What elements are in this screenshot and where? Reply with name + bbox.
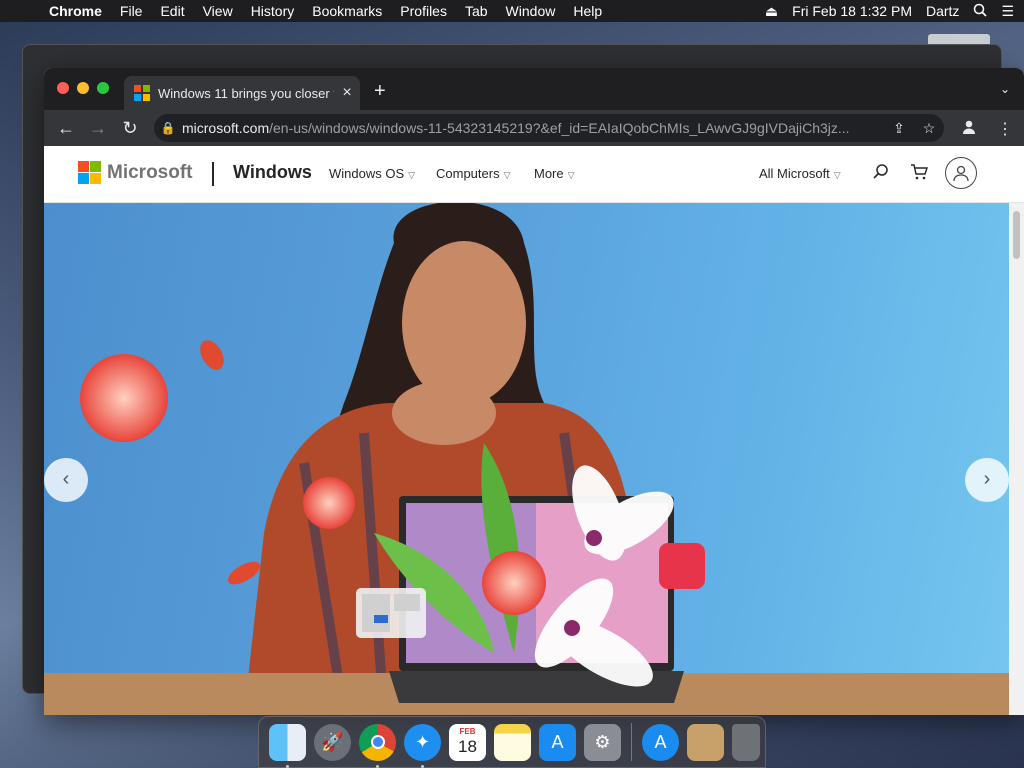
microsoft-squares-icon (78, 161, 101, 184)
microsoft-logo[interactable]: Microsoft (78, 161, 193, 184)
photo-thumbnail-icon[interactable] (687, 723, 724, 761)
nav-more[interactable]: More ▽ (534, 166, 575, 181)
nav-windows-os[interactable]: Windows OS ▽ (329, 166, 415, 181)
menu-user[interactable]: Dartz (926, 3, 959, 19)
new-tab-icon[interactable]: + (374, 80, 386, 103)
menu-bookmarks[interactable]: Bookmarks (303, 3, 391, 19)
safari-icon[interactable]: ✦ (404, 723, 441, 768)
app-store-icon[interactable]: A (539, 723, 576, 761)
profile-icon[interactable] (961, 119, 977, 140)
forward-arrow-icon[interactable]: → (82, 118, 114, 139)
minimize-window-button[interactable] (77, 82, 89, 94)
menu-bar: Chrome File Edit View History Bookmarks … (0, 0, 1024, 22)
dock-separator (631, 723, 632, 761)
tab-title: Windows 11 brings you closer t (158, 85, 334, 101)
dock: 🚀 ✦ FEB 18 A ⚙ A (258, 716, 766, 768)
share-icon[interactable]: ⇪ (884, 120, 914, 137)
chrome-menu-icon[interactable]: ⋮ (997, 119, 1013, 139)
chevron-down-icon: ▽ (503, 170, 511, 180)
calendar-day: 18 (458, 737, 477, 756)
hero-illustration (44, 203, 1009, 715)
chrome-window: Windows 11 brings you closer t × + ⌄ ← →… (44, 68, 1024, 715)
menu-history[interactable]: History (242, 3, 304, 19)
tab-windows-11[interactable]: Windows 11 brings you closer t × (124, 76, 360, 110)
menu-tab[interactable]: Tab (456, 3, 497, 19)
url-text[interactable]: microsoft.com/en-us/windows/windows-11-5… (182, 120, 884, 136)
running-indicator (286, 764, 289, 768)
close-window-button[interactable] (57, 82, 69, 94)
nav-computers[interactable]: Computers ▽ (436, 166, 511, 181)
chrome-center-icon (370, 735, 385, 749)
page-scrollbar[interactable] (1009, 203, 1024, 715)
site-header: Microsoft Windows Windows OS ▽ Computers ▽… (44, 146, 1024, 203)
scrollbar-thumb[interactable] (1013, 211, 1020, 259)
tab-close-icon[interactable]: × (334, 84, 360, 102)
menu-clock[interactable]: Fri Feb 18 1:32 PM (792, 3, 912, 19)
menu-profiles[interactable]: Profiles (391, 3, 456, 19)
system-preferences-icon[interactable]: ⚙ (584, 723, 621, 761)
nav-windows-os-label: Windows OS (329, 166, 405, 181)
address-bar[interactable]: 🔒 microsoft.com/en-us/windows/windows-11… (154, 114, 944, 142)
tab-search-chevron-icon[interactable]: ⌄ (1000, 82, 1010, 96)
calendar-month: FEB (459, 727, 476, 736)
url-path: /en-us/windows/windows-11-54323145219?&e… (269, 120, 850, 136)
header-divider (212, 162, 214, 186)
downloads-app-store-icon[interactable]: A (642, 723, 679, 761)
microsoft-logo-text: Microsoft (107, 161, 193, 183)
carousel-prev-arrow-icon[interactable]: ‹ (44, 458, 88, 502)
chevron-down-icon: ▽ (408, 170, 416, 180)
menu-help[interactable]: Help (564, 3, 611, 19)
microsoft-favicon-icon (134, 85, 150, 101)
hero-image (44, 203, 1009, 715)
back-arrow-icon[interactable]: ← (50, 118, 82, 139)
shopping-cart-icon[interactable] (910, 163, 928, 186)
menu-view[interactable]: View (194, 3, 242, 19)
nav-more-label: More (534, 166, 564, 181)
finder-icon[interactable] (269, 723, 306, 768)
nav-computers-label: Computers (436, 166, 500, 181)
bookmark-star-icon[interactable]: ☆ (914, 120, 944, 137)
spotlight-search-icon[interactable] (973, 3, 988, 20)
lock-icon[interactable]: 🔒 (154, 121, 182, 135)
url-host: microsoft.com (182, 120, 270, 136)
nav-all-microsoft-label: All Microsoft (759, 166, 830, 181)
menu-app-name[interactable]: Chrome (40, 3, 111, 19)
eject-icon[interactable]: ⏏ (765, 3, 778, 20)
control-center-icon[interactable]: ☰ (1001, 3, 1014, 20)
calendar-icon[interactable]: FEB 18 (449, 723, 486, 761)
reload-icon[interactable]: ↻ (114, 118, 146, 139)
running-indicator (376, 764, 379, 768)
chevron-down-icon: ▽ (833, 170, 841, 180)
menu-file[interactable]: File (111, 3, 152, 19)
launchpad-icon[interactable]: 🚀 (314, 723, 351, 761)
chrome-icon[interactable] (359, 723, 396, 768)
menu-edit[interactable]: Edit (151, 3, 193, 19)
trash-icon[interactable] (732, 723, 760, 761)
site-search-icon[interactable] (872, 163, 890, 186)
chevron-down-icon: ▽ (567, 170, 575, 180)
carousel-next-arrow-icon[interactable]: › (965, 458, 1009, 502)
menu-window[interactable]: Window (497, 3, 565, 19)
zoom-window-button[interactable] (97, 82, 109, 94)
windows-brand-link[interactable]: Windows (233, 162, 312, 183)
nav-all-microsoft[interactable]: All Microsoft ▽ (759, 166, 841, 181)
running-indicator (421, 764, 424, 768)
tab-strip: Windows 11 brings you closer t × + ⌄ (44, 68, 1024, 110)
browser-toolbar: ← → ↻ 🔒 microsoft.com/en-us/windows/wind… (44, 110, 1024, 146)
account-avatar-icon[interactable] (945, 157, 977, 189)
notes-icon[interactable] (494, 723, 531, 761)
